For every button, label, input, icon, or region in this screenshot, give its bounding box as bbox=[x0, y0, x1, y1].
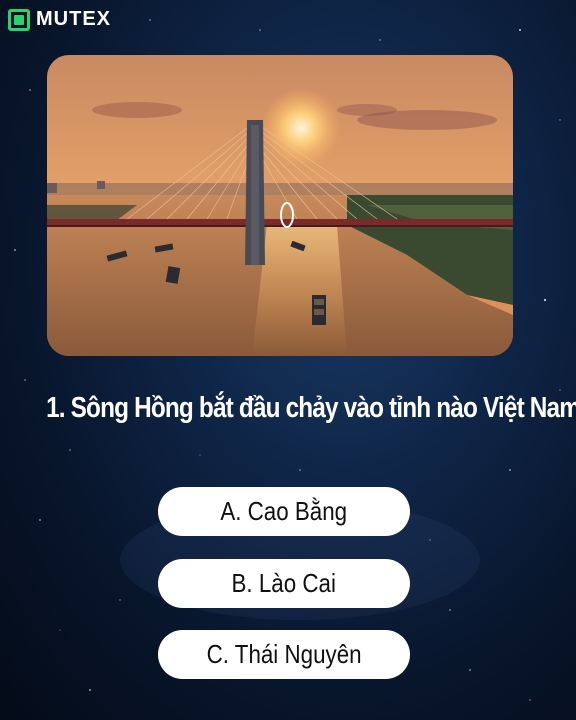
answer-option-c-label: C. Thái Nguyên bbox=[206, 639, 362, 669]
brand-logo: MUTEX bbox=[8, 8, 111, 31]
logo-mark-icon bbox=[8, 8, 30, 31]
answer-option-c[interactable]: C. Thái Nguyên bbox=[158, 630, 410, 679]
answer-option-a[interactable]: A. Cao Bằng bbox=[158, 487, 410, 536]
brand-name: MUTEX bbox=[36, 8, 111, 30]
question-text: 1. Sông Hồng bắt đầu chảy vào tỉnh nào V… bbox=[46, 392, 576, 424]
answer-option-b[interactable]: B. Lào Cai bbox=[158, 559, 410, 608]
question-photo bbox=[47, 55, 513, 356]
bridge-sunset-illustration bbox=[47, 55, 513, 356]
answer-option-b-label: B. Lào Cai bbox=[231, 568, 337, 598]
answer-option-a-label: A. Cao Bằng bbox=[220, 496, 348, 526]
